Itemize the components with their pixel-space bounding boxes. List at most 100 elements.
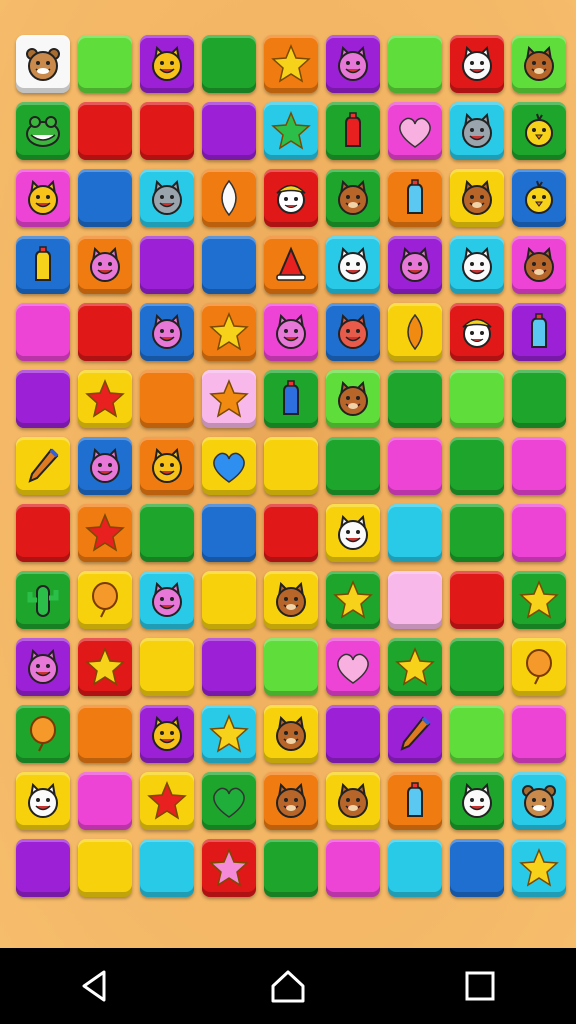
tile[interactable] <box>450 169 504 227</box>
tile[interactable] <box>264 303 318 361</box>
tile[interactable] <box>16 303 70 361</box>
tile[interactable] <box>264 638 318 696</box>
tile[interactable] <box>16 839 70 897</box>
tile[interactable] <box>450 839 504 897</box>
tile[interactable] <box>16 504 70 562</box>
tile[interactable] <box>202 504 256 562</box>
tile[interactable] <box>78 638 132 696</box>
tile[interactable] <box>202 303 256 361</box>
tile[interactable] <box>512 236 566 294</box>
tile[interactable] <box>388 437 442 495</box>
recents-button[interactable] <box>440 956 520 1016</box>
tile[interactable] <box>388 504 442 562</box>
tile[interactable] <box>78 303 132 361</box>
tile[interactable] <box>16 705 70 763</box>
tile[interactable] <box>140 772 194 830</box>
tile[interactable] <box>512 772 566 830</box>
tile[interactable] <box>264 772 318 830</box>
tile[interactable] <box>388 638 442 696</box>
tile[interactable] <box>512 571 566 629</box>
tile[interactable] <box>16 437 70 495</box>
tile[interactable] <box>16 571 70 629</box>
tile[interactable] <box>16 236 70 294</box>
tile[interactable] <box>326 35 380 93</box>
tile[interactable] <box>388 102 442 160</box>
tile[interactable] <box>264 169 318 227</box>
tile[interactable] <box>140 504 194 562</box>
tile[interactable] <box>140 303 194 361</box>
tile[interactable] <box>16 102 70 160</box>
tile[interactable] <box>264 571 318 629</box>
tile[interactable] <box>78 102 132 160</box>
home-button[interactable] <box>248 956 328 1016</box>
tile[interactable] <box>202 772 256 830</box>
tile[interactable] <box>512 504 566 562</box>
tile[interactable] <box>388 370 442 428</box>
tile[interactable] <box>326 236 380 294</box>
tile[interactable] <box>326 437 380 495</box>
tile[interactable] <box>450 437 504 495</box>
tile[interactable] <box>264 705 318 763</box>
tile[interactable] <box>202 102 256 160</box>
tile[interactable] <box>450 772 504 830</box>
tile[interactable] <box>264 370 318 428</box>
tile[interactable] <box>512 839 566 897</box>
tile[interactable] <box>388 236 442 294</box>
tile[interactable] <box>388 772 442 830</box>
tile[interactable] <box>326 839 380 897</box>
tile[interactable] <box>264 504 318 562</box>
tile[interactable] <box>388 705 442 763</box>
tile[interactable] <box>326 638 380 696</box>
tile[interactable] <box>202 169 256 227</box>
tile[interactable] <box>512 705 566 763</box>
tile[interactable] <box>388 571 442 629</box>
tile[interactable] <box>326 102 380 160</box>
tile[interactable] <box>202 839 256 897</box>
tile[interactable] <box>140 437 194 495</box>
tile[interactable] <box>512 102 566 160</box>
tile[interactable] <box>140 638 194 696</box>
tile[interactable] <box>388 839 442 897</box>
tile[interactable] <box>326 705 380 763</box>
back-button[interactable] <box>56 956 136 1016</box>
tile[interactable] <box>202 370 256 428</box>
tile[interactable] <box>450 705 504 763</box>
tile[interactable] <box>264 839 318 897</box>
tile[interactable] <box>78 839 132 897</box>
tile[interactable] <box>78 437 132 495</box>
tile[interactable] <box>388 35 442 93</box>
tile[interactable] <box>202 437 256 495</box>
tile[interactable] <box>16 772 70 830</box>
tile[interactable] <box>512 303 566 361</box>
tile[interactable] <box>16 638 70 696</box>
tile[interactable] <box>264 437 318 495</box>
tile[interactable] <box>140 169 194 227</box>
tile[interactable] <box>78 571 132 629</box>
tile[interactable] <box>16 35 70 93</box>
tile[interactable] <box>326 303 380 361</box>
tile[interactable] <box>78 504 132 562</box>
tile[interactable] <box>78 236 132 294</box>
tile[interactable] <box>202 35 256 93</box>
tile[interactable] <box>202 705 256 763</box>
tile[interactable] <box>202 571 256 629</box>
tile[interactable] <box>78 772 132 830</box>
tile[interactable] <box>450 102 504 160</box>
tile[interactable] <box>388 303 442 361</box>
tile[interactable] <box>140 236 194 294</box>
tile[interactable] <box>16 370 70 428</box>
tile[interactable] <box>140 102 194 160</box>
tile[interactable] <box>388 169 442 227</box>
tile[interactable] <box>450 504 504 562</box>
tile[interactable] <box>450 303 504 361</box>
tile[interactable] <box>326 571 380 629</box>
tile[interactable] <box>16 169 70 227</box>
tile[interactable] <box>450 571 504 629</box>
tile[interactable] <box>140 839 194 897</box>
tile[interactable] <box>140 571 194 629</box>
tile[interactable] <box>450 638 504 696</box>
tile[interactable] <box>264 102 318 160</box>
tile[interactable] <box>512 370 566 428</box>
tile[interactable] <box>326 772 380 830</box>
tile[interactable] <box>78 370 132 428</box>
